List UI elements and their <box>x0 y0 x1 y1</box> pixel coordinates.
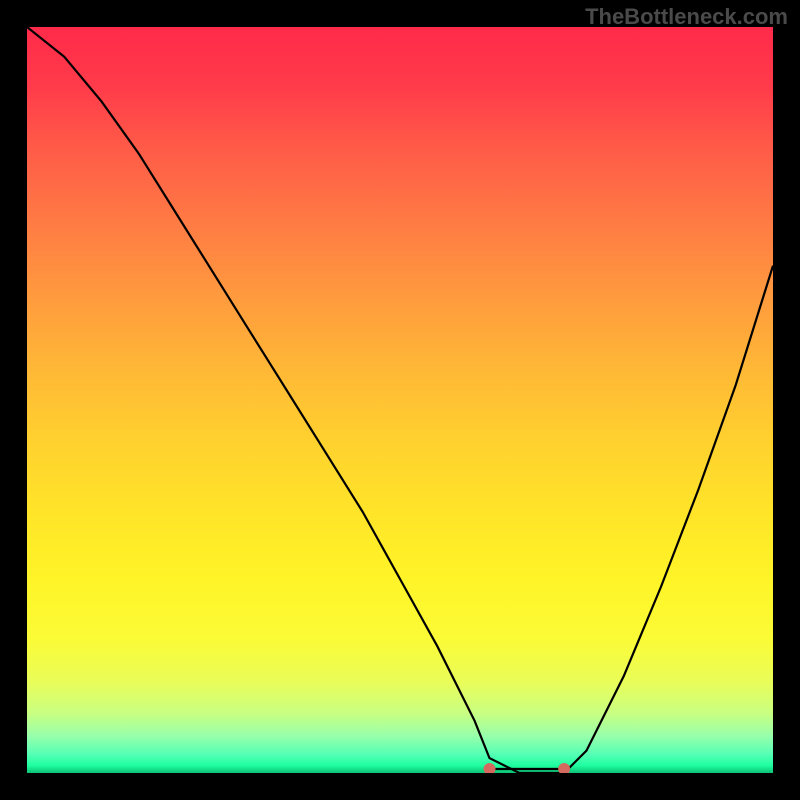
chart-plot-area <box>27 27 773 773</box>
marker-left <box>484 763 496 773</box>
chart-svg <box>27 27 773 773</box>
marker-right <box>558 763 570 773</box>
bottleneck-curve-path <box>27 27 773 773</box>
watermark-text: TheBottleneck.com <box>585 4 788 30</box>
